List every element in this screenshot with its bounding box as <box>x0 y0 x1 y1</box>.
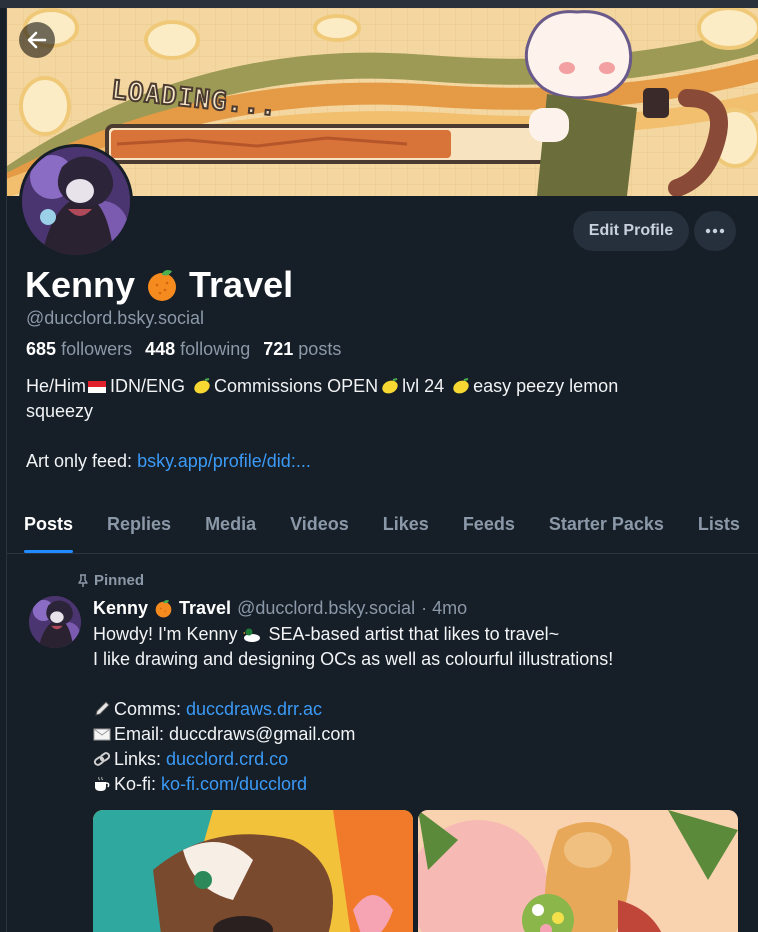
comms-label: Comms: <box>114 699 186 719</box>
post-author-name-second[interactable]: Travel <box>179 598 231 619</box>
post-greeting: Howdy! I'm Kenny <box>93 624 238 644</box>
post-kofi-line: Ko-fi: ko-fi.com/ducclord <box>93 772 743 797</box>
edit-profile-button[interactable]: Edit Profile <box>573 211 689 251</box>
coffee-icon <box>95 776 110 791</box>
bio-blank-line <box>26 424 726 449</box>
profile-avatar[interactable] <box>19 144 133 258</box>
bio-line-art-feed: Art only feed: bsky.app/profile/did:... <box>26 449 726 474</box>
tab-starter-packs[interactable]: Starter Packs <box>532 498 681 553</box>
post-text: Howdy! I'm Kenny SEA-based artist that l… <box>93 622 743 797</box>
email-text: Email: duccdraws@gmail.com <box>114 724 356 744</box>
pen-icon <box>95 701 110 716</box>
kofi-link[interactable]: ko-fi.com/ducclord <box>161 774 307 794</box>
pin-icon <box>78 573 88 587</box>
duck-icon <box>242 628 260 642</box>
followers-count: 685 <box>26 339 57 359</box>
post-image-2[interactable] <box>418 810 738 932</box>
post-links-line: Links: ducclord.crd.co <box>93 747 743 772</box>
post-author-name-first[interactable]: Kenny <box>93 598 148 619</box>
tab-videos[interactable]: Videos <box>273 498 366 553</box>
display-name-first: Kenny <box>25 264 136 305</box>
profile-handle: @ducclord.bsky.social <box>26 308 205 328</box>
profile-stats: 685 followers 448 following 721 posts <box>26 339 341 360</box>
tab-likes[interactable]: Likes <box>366 498 446 553</box>
display-name-second: Travel <box>189 264 294 305</box>
lemon-icon <box>194 378 210 394</box>
following-count: 448 <box>145 339 176 359</box>
kofi-label: Ko-fi: <box>114 774 162 794</box>
post-image-1[interactable] <box>93 810 413 932</box>
post-comms-line: Comms: duccdraws.drr.ac <box>93 697 743 722</box>
post-intro: SEA-based artist that likes to travel~ <box>268 624 560 644</box>
posts-count: 721 <box>263 339 294 359</box>
avatar-image <box>29 596 81 648</box>
following-label: following <box>180 339 251 359</box>
orange-icon <box>148 270 177 301</box>
envelope-icon <box>93 728 111 741</box>
link-icon <box>93 752 111 766</box>
post-header: Kenny Travel @ducclord.bsky.social · 4mo <box>93 598 467 619</box>
bio-line-1: He/Him IDN/ENG Commissions OPEN lvl 24 eas… <box>26 374 726 399</box>
post-email-line: Email: duccdraws@gmail.com <box>93 722 743 747</box>
bio-level: lvl 24 <box>402 376 445 396</box>
art-feed-link[interactable]: bsky.app/profile/did:... <box>137 451 311 471</box>
avatar-image <box>22 147 130 255</box>
indonesia-flag-icon <box>88 381 107 393</box>
links-label: Links: <box>114 749 167 769</box>
pinned-label: Pinned <box>94 572 145 589</box>
pinned-indicator: Pinned <box>77 572 144 589</box>
profile-display-name: Kenny Travel <box>25 264 293 306</box>
ellipsis-icon <box>705 228 725 234</box>
lemon-icon <box>453 378 469 394</box>
links-link[interactable]: ducclord.crd.co <box>166 749 288 769</box>
bio-commissions: Commissions OPEN <box>214 376 379 396</box>
more-options-button[interactable] <box>694 211 736 251</box>
profile-page: LOADING... Edit Profile Kenny Travel @du… <box>6 8 758 932</box>
tab-feeds[interactable]: Feeds <box>446 498 532 553</box>
profile-bio: He/Him IDN/ENG Commissions OPEN lvl 24 eas… <box>26 374 726 474</box>
back-button[interactable] <box>19 22 55 58</box>
art-feed-label: Art only feed: <box>26 451 138 471</box>
post-line-2: I like drawing and designing OCs as well… <box>93 649 614 669</box>
artwork-thumbnail <box>418 810 738 932</box>
comms-link[interactable]: duccdraws.drr.ac <box>186 699 322 719</box>
followers-link[interactable]: 685 followers <box>26 339 132 359</box>
tab-lists[interactable]: Lists <box>681 498 757 553</box>
bio-tagline: easy peezy lemon <box>473 376 619 396</box>
tab-media[interactable]: Media <box>188 498 273 553</box>
artwork-thumbnail <box>93 810 413 932</box>
arrow-left-icon <box>27 31 47 49</box>
followers-label: followers <box>61 339 133 359</box>
bio-pronouns: He/Him <box>26 376 87 396</box>
profile-tabs: Posts Replies Media Videos Likes Feeds S… <box>7 498 758 554</box>
bio-line-2: squeezy <box>26 401 94 421</box>
tab-replies[interactable]: Replies <box>90 498 188 553</box>
following-link[interactable]: 448 following <box>145 339 250 359</box>
posts-label: posts <box>298 339 342 359</box>
posts-stat: 721 posts <box>263 339 341 359</box>
bio-languages: IDN/ENG <box>110 376 186 396</box>
lemon-icon <box>382 378 398 394</box>
post-author-handle[interactable]: @ducclord.bsky.social <box>237 598 415 619</box>
window-top-bar <box>0 0 758 8</box>
post-line-1: Howdy! I'm Kenny SEA-based artist that l… <box>93 622 743 647</box>
post-author-avatar[interactable] <box>29 596 81 648</box>
orange-icon <box>155 600 172 618</box>
tab-posts[interactable]: Posts <box>7 498 90 553</box>
post-timestamp[interactable]: · 4mo <box>421 598 467 619</box>
